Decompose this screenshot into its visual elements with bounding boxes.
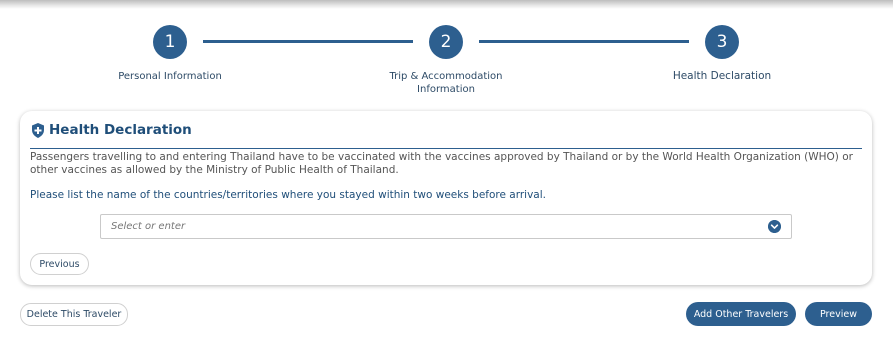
step-2-label: Trip & Accommodation Information xyxy=(389,71,503,95)
previous-button[interactable]: Previous xyxy=(30,253,89,275)
step-1-number: 1 xyxy=(164,32,176,52)
step-3-circle: 3 xyxy=(705,25,739,59)
chevron-down-icon[interactable] xyxy=(768,220,781,233)
step-2-circle: 2 xyxy=(429,25,463,59)
step-1-circle: 1 xyxy=(153,25,187,59)
step-connector-1 xyxy=(203,40,413,43)
delete-traveler-button[interactable]: Delete This Traveler xyxy=(20,303,128,326)
shield-plus-icon xyxy=(32,123,44,138)
card-title: Health Declaration xyxy=(49,122,192,138)
step-connector-2 xyxy=(479,40,689,43)
step-3-label: Health Declaration xyxy=(672,70,772,82)
step-2-number: 2 xyxy=(440,32,452,52)
select-placeholder: Select or enter xyxy=(111,221,186,232)
card-header: Health Declaration xyxy=(30,122,862,149)
vaccination-requirement-text: Passengers travelling to and entering Th… xyxy=(30,151,853,176)
preview-button[interactable]: Preview xyxy=(805,302,872,326)
health-declaration-card: Health Declaration Passengers travelling… xyxy=(20,111,872,285)
progress-stepper: 1 2 3 Personal Information Trip & Accomm… xyxy=(0,0,893,100)
step-1-label: Personal Information xyxy=(118,71,222,82)
countries-prompt: Please list the name of the countries/te… xyxy=(30,189,546,201)
add-other-travelers-button[interactable]: Add Other Travelers xyxy=(686,302,796,326)
step-3-number: 3 xyxy=(716,32,728,52)
countries-select[interactable]: Select or enter xyxy=(100,214,792,239)
